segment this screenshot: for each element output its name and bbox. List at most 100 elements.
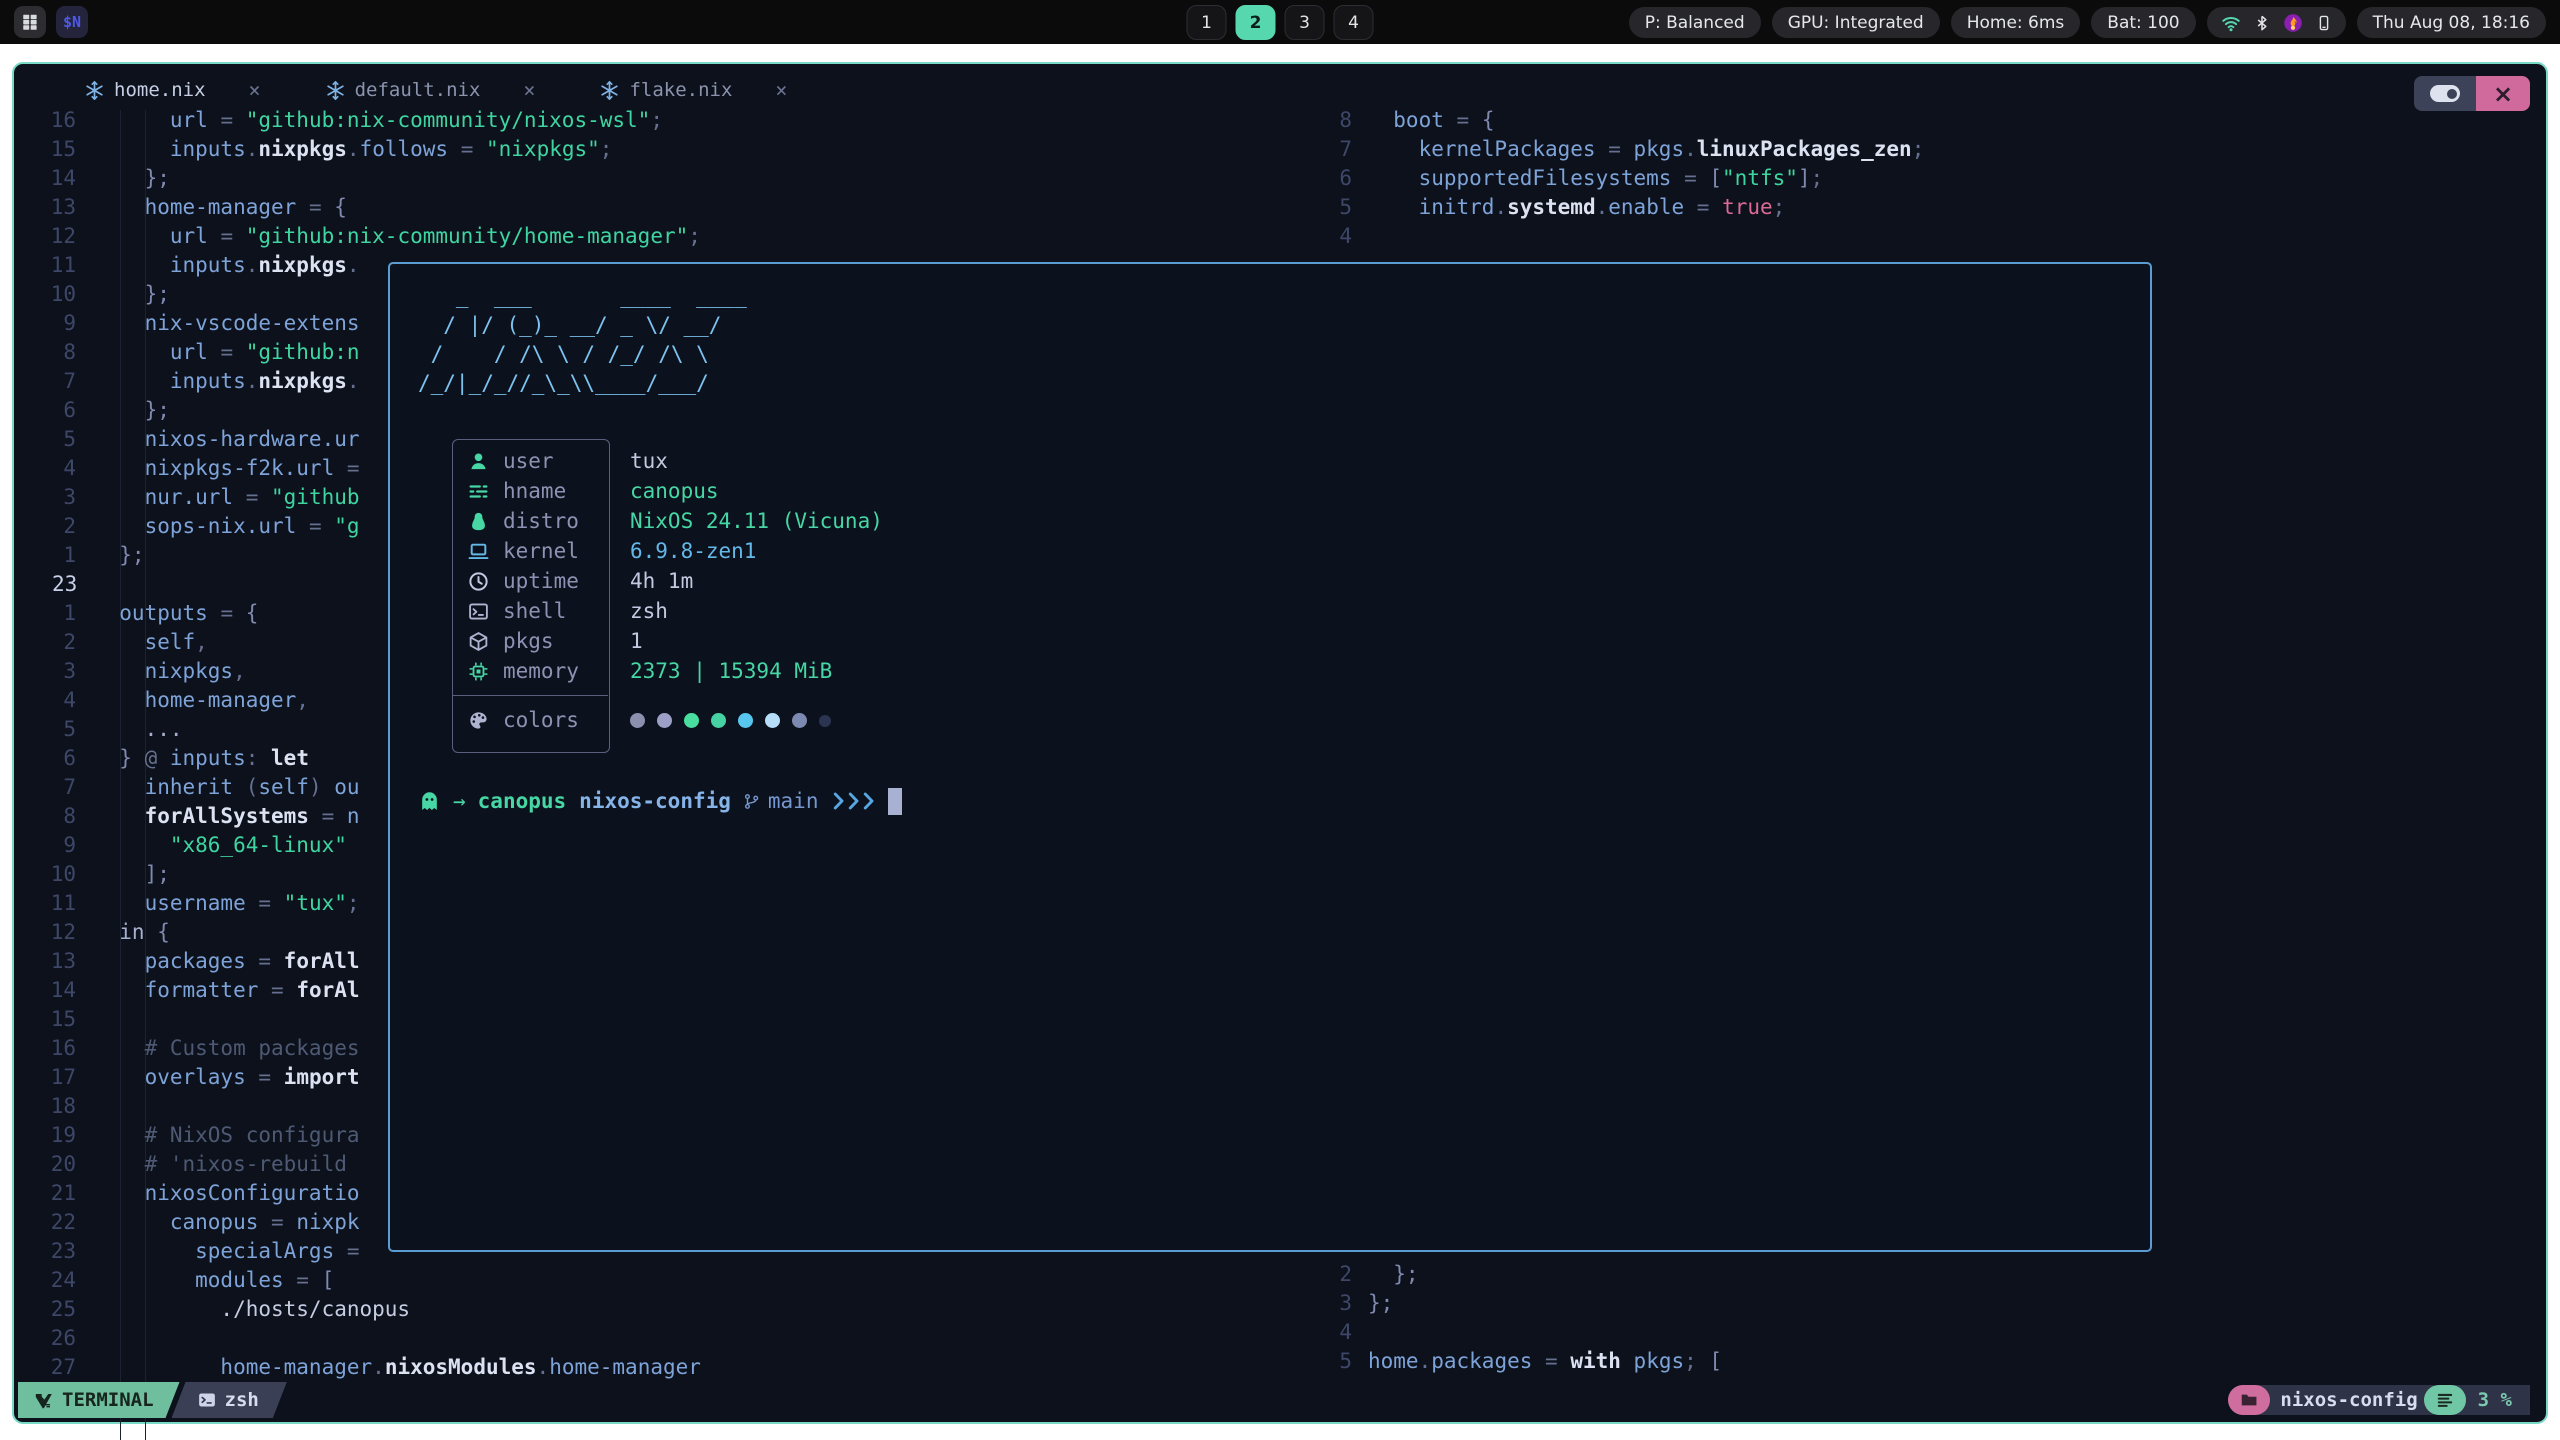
line-number: 16 — [28, 106, 76, 135]
app-grid-icon — [21, 13, 39, 31]
line-number: 22 — [28, 1208, 76, 1237]
line-number: 5 — [1324, 193, 1352, 222]
line-number: 9 — [28, 309, 76, 338]
code-line[interactable]: 25 ./hosts/canopus — [28, 1295, 701, 1324]
fastfetch-value-kernel: 6.9.8-zen1 — [630, 536, 883, 566]
line-number: 20 — [28, 1150, 76, 1179]
fastfetch-label: shell — [503, 597, 566, 626]
status-pill-0[interactable]: P: Balanced — [1629, 7, 1761, 38]
right-code-pane-top[interactable]: 8 boot = {7 kernelPackages = pkgs.linuxP… — [1324, 106, 1924, 251]
bluetooth-icon — [2254, 14, 2270, 32]
line-number: 3 — [1324, 1289, 1352, 1318]
fastfetch-row-distro: distro — [452, 506, 610, 536]
fastfetch-value-hname: canopus — [630, 476, 883, 506]
code-line[interactable]: 5 initrd.systemd.enable = true; — [1324, 193, 1924, 222]
fastfetch-label: memory — [503, 657, 579, 686]
fastfetch-value-user: tux — [630, 446, 883, 476]
fastfetch-value-uptime: 4h 1m — [630, 566, 883, 596]
nix-shell-button[interactable]: $N — [56, 6, 88, 38]
line-number: 14 — [28, 164, 76, 193]
code-line[interactable]: 13 home-manager = { — [28, 193, 701, 222]
memory-icon — [468, 661, 489, 682]
hostname-icon — [468, 481, 489, 502]
tab-close-icon[interactable]: × — [775, 78, 787, 102]
nix-snowflake-icon — [599, 80, 620, 101]
line-number: 11 — [28, 251, 76, 280]
right-code-pane-bottom[interactable]: 2 };3};45home.packages = with pkgs; [ — [1324, 1260, 1722, 1376]
line-number: 27 — [28, 1353, 76, 1382]
line-number: 3 — [28, 657, 76, 686]
status-pill-1[interactable]: GPU: Integrated — [1772, 7, 1940, 38]
workspace-button-3[interactable]: 3 — [1285, 5, 1325, 40]
line-number: 7 — [1324, 135, 1352, 164]
git-branch: main — [743, 787, 819, 816]
toggle-knob-icon — [2430, 85, 2460, 102]
line-number: 6 — [28, 396, 76, 425]
mode-label: TERMINAL — [62, 1389, 154, 1411]
line-number: 24 — [28, 1266, 76, 1295]
kernel-icon — [468, 541, 489, 562]
color-dot — [765, 713, 780, 728]
tab-close-icon[interactable]: × — [523, 78, 535, 102]
line-number: 4 — [28, 686, 76, 715]
terminal-color-dots — [630, 706, 883, 736]
fastfetch-value-pkgs: 1 — [630, 626, 883, 656]
code-line[interactable]: 12 url = "github:nix-community/home-mana… — [28, 222, 701, 251]
line-number: 23 — [28, 1237, 76, 1266]
fastfetch-divider — [452, 695, 608, 696]
app-grid-button[interactable] — [14, 6, 46, 38]
uptime-icon — [468, 571, 489, 592]
code-line[interactable]: 2 }; — [1324, 1260, 1722, 1289]
fastfetch-label: hname — [503, 477, 566, 506]
line-number: 3 — [28, 483, 76, 512]
line-number: 4 — [28, 454, 76, 483]
line-number: 7 — [28, 367, 76, 396]
prompt-chevron-icon — [832, 791, 846, 811]
shell-icon — [468, 601, 489, 622]
code-line[interactable]: 8 boot = { — [1324, 106, 1924, 135]
code-line[interactable]: 16 url = "github:nix-community/nixos-wsl… — [28, 106, 701, 135]
workspace-button-1[interactable]: 1 — [1187, 5, 1227, 40]
fastfetch-row-hname: hname — [452, 476, 610, 506]
code-line[interactable]: 7 kernelPackages = pkgs.linuxPackages_ze… — [1324, 135, 1924, 164]
line-number: 7 — [28, 773, 76, 802]
scroll-badge — [2424, 1385, 2466, 1415]
status-pill-2[interactable]: Home: 6ms — [1951, 7, 2081, 38]
tab-home.nix[interactable]: home.nix× — [78, 72, 267, 108]
toggle-button[interactable] — [2414, 76, 2476, 111]
code-line[interactable]: 4 — [1324, 1318, 1722, 1347]
line-number: 4 — [1324, 1318, 1352, 1347]
mode-segment: TERMINAL — [18, 1382, 180, 1418]
fastfetch-row-kernel: kernel — [452, 536, 610, 566]
code-line[interactable]: 6 supportedFilesystems = ["ntfs"]; — [1324, 164, 1924, 193]
status-pill-3[interactable]: Bat: 100 — [2091, 7, 2195, 38]
prompt-chevron-icon — [862, 791, 876, 811]
tab-default.nix[interactable]: default.nix × — [319, 72, 542, 108]
code-line[interactable]: 26 — [28, 1324, 701, 1353]
terminal-icon — [198, 1391, 216, 1409]
code-line[interactable]: 5home.packages = with pkgs; [ — [1324, 1347, 1722, 1376]
code-line[interactable]: 24 modules = [ — [28, 1266, 701, 1295]
code-line[interactable]: 14 }; — [28, 164, 701, 193]
color-dot — [819, 715, 831, 727]
code-line[interactable]: 27 home-manager.nixosModules.home-manage… — [28, 1353, 701, 1382]
tab-close-icon[interactable]: × — [249, 78, 261, 102]
prompt-chevrons — [832, 791, 876, 811]
line-number: 8 — [1324, 106, 1352, 135]
fastfetch-label: user — [503, 447, 554, 476]
tab-label: default.nix — [355, 79, 481, 101]
tab-flake.nix[interactable]: flake.nix× — [593, 72, 793, 108]
workspace-button-4[interactable]: 4 — [1334, 5, 1374, 40]
code-line[interactable]: 15 inputs.nixpkgs.follows = "nixpkgs"; — [28, 135, 701, 164]
system-tray[interactable] — [2207, 7, 2346, 38]
window-close-button[interactable]: × — [2476, 76, 2530, 111]
code-line[interactable]: 3}; — [1324, 1289, 1722, 1318]
code-line[interactable]: 4 — [1324, 222, 1924, 251]
workspace-button-2[interactable]: 2 — [1236, 5, 1276, 40]
shell-prompt[interactable]: → canopus nixos-config main — [418, 786, 902, 816]
palette-icon — [468, 710, 489, 731]
clock[interactable]: Thu Aug 08, 18:16 — [2357, 7, 2546, 38]
prompt-arrow: → — [453, 787, 466, 816]
floating-terminal[interactable]: _ ___ ____ ____ / |/ (_)_ __/ _ \/ __/ /… — [388, 262, 2152, 1252]
color-dot — [630, 713, 645, 728]
